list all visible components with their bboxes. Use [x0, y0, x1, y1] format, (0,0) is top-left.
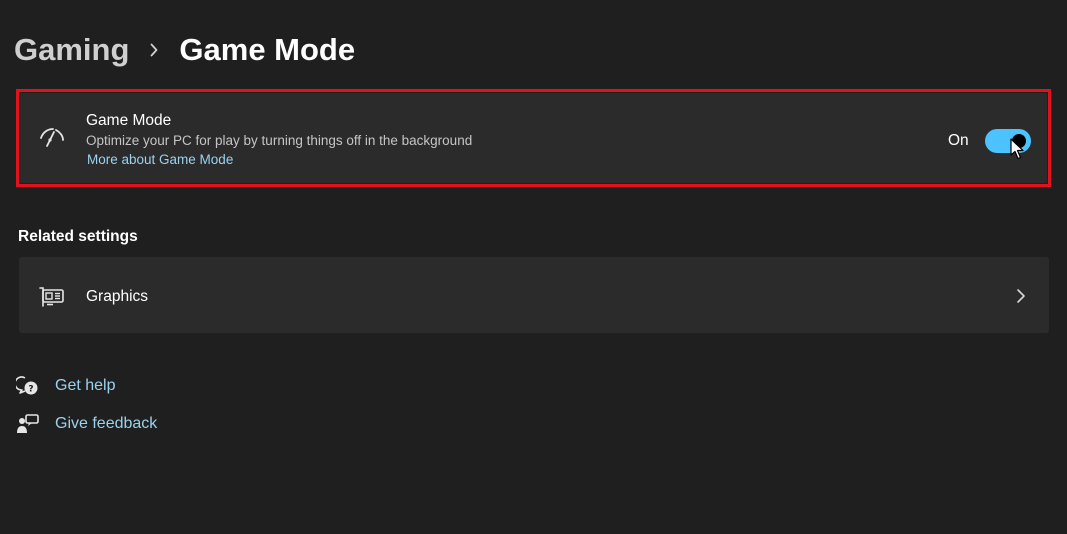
gauge-icon — [38, 126, 66, 150]
get-help-label: Get help — [55, 377, 116, 394]
give-feedback-label: Give feedback — [55, 415, 158, 432]
chevron-right-icon — [1014, 288, 1028, 304]
settings-page: Gaming Game Mode Game Mode Optimize your… — [0, 0, 1067, 534]
game-mode-description: Optimize your PC for play by turning thi… — [86, 133, 473, 148]
graphics-label: Graphics — [86, 288, 149, 305]
chevron-right-icon — [129, 28, 179, 72]
related-settings-heading: Related settings — [18, 228, 138, 245]
feedback-icon — [16, 413, 40, 435]
breadcrumb: Gaming Game Mode — [14, 28, 355, 72]
game-mode-card: Game Mode Optimize your PC for play by t… — [20, 93, 1047, 183]
svg-text:?: ? — [28, 385, 33, 395]
more-about-game-mode-link[interactable]: More about Game Mode — [87, 152, 233, 167]
give-feedback-link[interactable]: Give feedback — [16, 412, 157, 436]
graphics-card-icon — [39, 286, 65, 308]
get-help-link[interactable]: ? Get help — [14, 374, 116, 398]
mouse-cursor-icon — [1010, 138, 1026, 160]
toggle-state-label: On — [948, 132, 969, 149]
page-title: Game Mode — [179, 32, 356, 67]
breadcrumb-gaming[interactable]: Gaming — [14, 32, 129, 68]
game-mode-title: Game Mode — [86, 112, 172, 129]
help-chat-icon: ? — [14, 375, 40, 397]
graphics-settings-item[interactable]: Graphics — [19, 257, 1049, 333]
